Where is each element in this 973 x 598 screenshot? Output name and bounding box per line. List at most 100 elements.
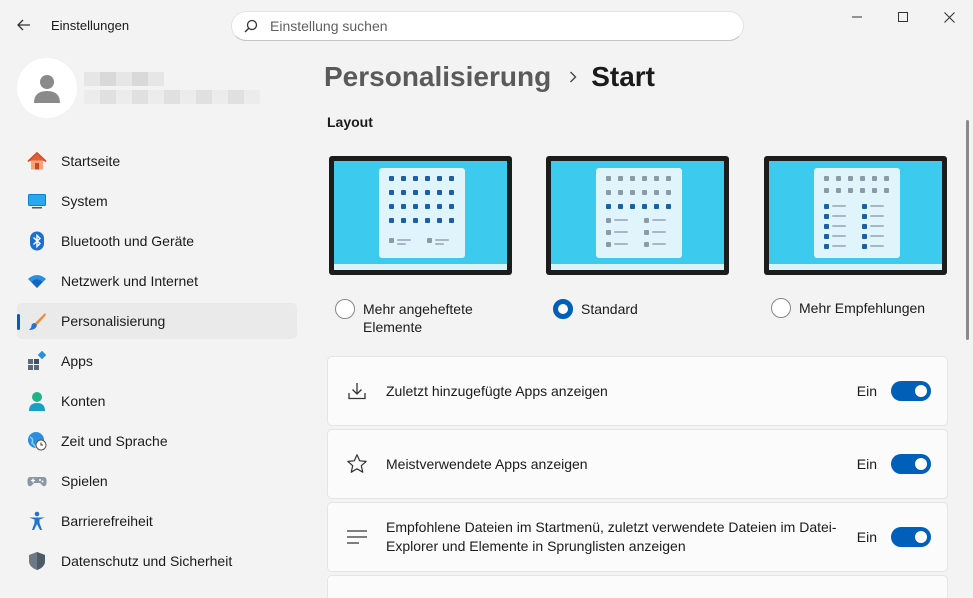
preview-tile	[644, 242, 649, 247]
preview-tile	[606, 204, 611, 209]
preview-tile	[449, 176, 454, 181]
setting-most-used-apps[interactable]: Meistverwendete Apps anzeigen Ein	[327, 429, 948, 499]
preview-tile	[449, 218, 454, 223]
sidebar-item-startseite[interactable]: Startseite	[17, 143, 297, 179]
minimize-button[interactable]	[834, 0, 880, 34]
preview-tile	[836, 176, 841, 181]
sidebar-item-konten[interactable]: Konten	[17, 383, 297, 419]
breadcrumb-parent[interactable]: Personalisierung	[324, 61, 551, 93]
list-icon	[345, 527, 369, 547]
toggle-switch[interactable]	[891, 454, 931, 474]
wifi-icon	[27, 271, 47, 291]
setting-recommended-files[interactable]: Empfohlene Dateien im Startmenü, zuletzt…	[327, 502, 948, 572]
toggle-knob	[915, 385, 927, 397]
preview-tile	[860, 176, 865, 181]
preview-tile	[862, 224, 867, 229]
preview-tile	[666, 190, 671, 195]
apps-icon	[27, 351, 47, 371]
radio-option-standard[interactable]: Standard	[553, 299, 638, 319]
preview-tile	[437, 218, 442, 223]
sidebar-item-spielen[interactable]: Spielen	[17, 463, 297, 499]
search-box[interactable]	[231, 11, 744, 41]
toggle-state-label: Ein	[856, 456, 877, 472]
preview-tile	[413, 176, 418, 181]
shield-icon	[27, 551, 47, 571]
preview-tile	[425, 204, 430, 209]
maximize-button[interactable]	[880, 0, 926, 34]
preview-line	[870, 235, 884, 237]
taskbar-preview	[769, 264, 942, 270]
radio-option-more-recommendations[interactable]: Mehr Empfehlungen	[771, 298, 925, 318]
preview-line	[397, 243, 406, 245]
preview-tile	[884, 188, 889, 193]
toggle-switch[interactable]	[891, 381, 931, 401]
sidebar-item-zeit-sprache[interactable]: Zeit und Sprache	[17, 423, 297, 459]
maximize-icon	[898, 12, 908, 22]
radio-label-line1: Mehr angeheftete	[363, 301, 473, 317]
taskbar-preview	[334, 264, 507, 270]
preview-tile	[425, 218, 430, 223]
preview-tile	[848, 188, 853, 193]
radio-button[interactable]	[335, 299, 355, 319]
star-icon	[345, 453, 369, 475]
preview-line	[652, 219, 666, 221]
preview-tile	[437, 176, 442, 181]
preview-tile	[606, 218, 611, 223]
radio-button-selected[interactable]	[553, 299, 573, 319]
toggle-switch[interactable]	[891, 527, 931, 547]
setting-row-partial[interactable]	[327, 575, 948, 598]
accessibility-icon	[27, 511, 47, 531]
sidebar-item-bluetooth[interactable]: Bluetooth und Geräte	[17, 223, 297, 259]
page-title: Start	[591, 61, 655, 92]
preview-line	[870, 245, 884, 247]
preview-line	[832, 225, 846, 227]
sidebar-item-personalisierung[interactable]: Personalisierung	[17, 303, 297, 339]
layout-preview-standard[interactable]	[546, 156, 729, 275]
preview-tile	[389, 176, 394, 181]
layout-preview-more-recommendations[interactable]	[764, 156, 947, 275]
preview-tile	[618, 176, 623, 181]
preview-tile	[427, 238, 432, 243]
radio-label: Mehr angeheftete Elemente	[363, 300, 473, 336]
bluetooth-icon	[27, 231, 47, 251]
preview-tile	[824, 188, 829, 193]
preview-tile	[824, 214, 829, 219]
layout-preview-more-pins[interactable]	[329, 156, 512, 275]
preview-tile	[606, 242, 611, 247]
sidebar-item-system[interactable]: System	[17, 183, 297, 219]
section-title-layout: Layout	[327, 114, 373, 130]
account-icon	[27, 391, 47, 411]
search-input[interactable]	[270, 18, 710, 34]
sidebar-item-barrierefreiheit[interactable]: Barrierefreiheit	[17, 503, 297, 539]
sidebar-item-label: Konten	[61, 393, 106, 409]
preview-tile	[836, 188, 841, 193]
close-button[interactable]	[926, 0, 972, 34]
title-bar: Einstellungen	[0, 0, 973, 50]
preview-tile	[862, 234, 867, 239]
sidebar-item-network[interactable]: Netzwerk und Internet	[17, 263, 297, 299]
sidebar-item-label: Spielen	[61, 473, 108, 489]
preview-tile	[437, 204, 442, 209]
sidebar-item-apps[interactable]: Apps	[17, 343, 297, 379]
preview-tile	[824, 224, 829, 229]
radio-option-more-pins[interactable]: Mehr angeheftete Elemente	[335, 299, 473, 336]
preview-tile	[848, 176, 853, 181]
sidebar-item-label: Zeit und Sprache	[61, 433, 168, 449]
globe-clock-icon	[27, 431, 47, 451]
preview-tile	[862, 214, 867, 219]
radio-button[interactable]	[771, 298, 791, 318]
start-menu-preview	[596, 168, 682, 258]
setting-recently-added-apps[interactable]: Zuletzt hinzugefügte Apps anzeigen Ein	[327, 356, 948, 426]
sidebar-item-label: Bluetooth und Geräte	[61, 233, 195, 249]
scrollbar[interactable]	[966, 120, 969, 340]
preview-line	[614, 231, 628, 233]
preview-line	[397, 239, 411, 241]
sidebar-item-datenschutz[interactable]: Datenschutz und Sicherheit	[17, 543, 297, 579]
preview-tile	[824, 234, 829, 239]
back-button[interactable]	[10, 12, 38, 38]
preview-tile	[824, 204, 829, 209]
preview-tile	[449, 190, 454, 195]
preview-tile	[666, 204, 671, 209]
radio-label: Standard	[581, 301, 638, 317]
radio-label: Mehr Empfehlungen	[799, 300, 926, 316]
